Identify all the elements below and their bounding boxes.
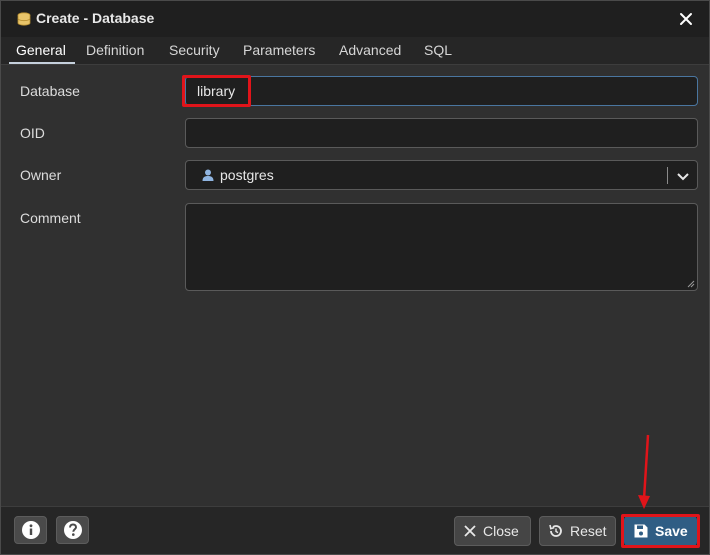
arrow-down-icon — [638, 434, 650, 509]
close-icon — [464, 525, 476, 537]
database-name-input[interactable]: library — [185, 76, 698, 106]
tab-parameters[interactable]: Parameters — [243, 42, 315, 58]
info-button[interactable] — [14, 516, 47, 544]
reset-button[interactable]: Reset — [539, 516, 616, 546]
title-bar: Create - Database — [1, 1, 709, 37]
oid-input[interactable] — [185, 118, 698, 148]
tab-security[interactable]: Security — [169, 42, 220, 58]
owner-label: Owner — [20, 167, 62, 183]
select-separator — [667, 167, 668, 184]
help-button[interactable] — [56, 516, 89, 544]
owner-select[interactable]: postgres — [185, 160, 698, 190]
database-label: Database — [20, 83, 80, 99]
database-icon — [17, 12, 31, 26]
dialog-title: Create - Database — [36, 10, 155, 26]
tab-bar: General Definition Security Parameters A… — [1, 37, 709, 65]
database-name-highlight — [182, 75, 251, 107]
comment-textarea[interactable] — [185, 203, 698, 291]
close-button[interactable]: Close — [454, 516, 531, 546]
comment-label: Comment — [20, 210, 81, 226]
help-icon — [64, 521, 82, 539]
tab-definition[interactable]: Definition — [86, 42, 144, 58]
close-button-label: Close — [483, 523, 519, 539]
dialog-footer: Close Reset Save — [1, 506, 709, 554]
tab-advanced[interactable]: Advanced — [339, 42, 401, 58]
reset-icon — [549, 524, 562, 537]
reset-button-label: Reset — [570, 523, 607, 539]
close-icon[interactable] — [677, 10, 695, 28]
user-icon — [202, 169, 214, 181]
create-database-dialog: Create - Database General Definition Sec… — [0, 0, 710, 555]
info-icon — [22, 521, 40, 539]
chevron-down-icon[interactable] — [676, 169, 690, 183]
active-tab-indicator — [9, 62, 75, 64]
owner-value: postgres — [220, 167, 274, 183]
save-button-highlight — [621, 514, 700, 548]
oid-label: OID — [20, 125, 45, 141]
resize-handle-icon[interactable] — [687, 280, 695, 288]
tab-sql[interactable]: SQL — [424, 42, 452, 58]
tab-general[interactable]: General — [16, 42, 66, 58]
